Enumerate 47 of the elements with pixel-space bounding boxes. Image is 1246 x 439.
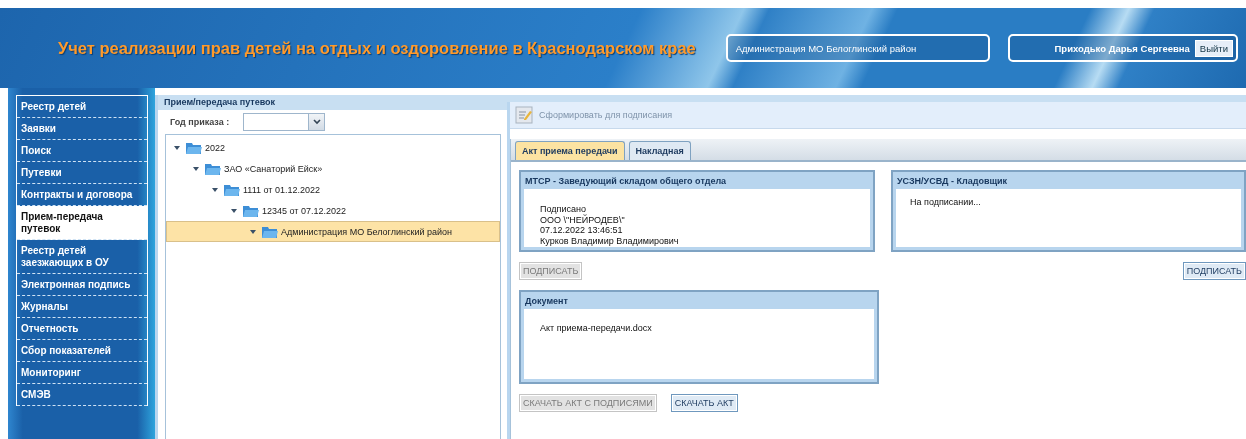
sidebar-item[interactable]: Сбор показателей xyxy=(17,340,147,362)
sidebar-item[interactable]: Поиск xyxy=(17,140,147,162)
sidebar-item[interactable]: Электронная подпись xyxy=(17,274,147,296)
tree-node[interactable]: Администрация МО Белоглинский район xyxy=(166,221,500,242)
year-label: Год приказа : xyxy=(170,117,230,127)
logout-button[interactable]: Выйти xyxy=(1194,39,1233,57)
folder-icon xyxy=(262,225,278,238)
signature-text: На подписании... xyxy=(910,197,982,208)
tab[interactable]: Накладная xyxy=(628,141,691,160)
sidebar-item[interactable]: Путевки xyxy=(17,162,147,184)
folder-icon xyxy=(243,204,259,217)
edit-document-icon xyxy=(515,106,533,124)
panel-heading: МТСР - Заведующий складом общего отдела xyxy=(524,175,728,188)
sidebar-item[interactable]: СМЭВ xyxy=(17,384,147,406)
sidebar-item[interactable]: Заявки xyxy=(17,118,147,140)
sidebar-item[interactable]: Прием-передача путевок xyxy=(17,206,147,240)
folder-icon xyxy=(186,141,202,154)
panel-heading: Документ xyxy=(524,295,569,308)
sidebar-item[interactable]: Реестр детей заезжающих в ОУ xyxy=(17,240,147,274)
app-title: Учет реализации прав детей на отдых и оздоровление в Краснодарском крае xyxy=(58,38,696,58)
tree-node-label: 12345 от 07.12.2022 xyxy=(262,205,346,216)
sidebar-item[interactable]: Журналы xyxy=(17,296,147,318)
tree-node-label: 2022 xyxy=(205,142,226,153)
chevron-down-icon xyxy=(312,119,321,125)
sidebar-item[interactable]: Отчетность xyxy=(17,318,147,340)
panel-heading: УСЗН/УСВД - Кладовщик xyxy=(896,175,1009,188)
signature-text: Курков Владимир Владимирович xyxy=(540,235,680,246)
download-button[interactable]: СКАЧАТЬ АКТ xyxy=(670,394,738,412)
tab[interactable]: Акт приема передачи xyxy=(515,141,625,160)
sign-button[interactable]: ПОДПИСАТЬ xyxy=(1182,262,1246,280)
tree-node[interactable]: ЗАО «Санаторий Ейск» xyxy=(166,158,500,179)
folder-icon xyxy=(224,183,240,196)
folder-icon xyxy=(205,162,221,175)
sidebar-item[interactable]: Реестр детей xyxy=(17,96,147,118)
tree-node-label: ЗАО «Санаторий Ейск» xyxy=(224,163,323,174)
file-name: Акт приема-передачи.docx xyxy=(540,323,653,334)
signature-text: 07.12.2022 13:46:51 xyxy=(540,225,624,236)
user-name: Приходько Дарья Сергеевна xyxy=(1054,42,1190,54)
tree-node[interactable]: 2022 xyxy=(166,137,500,158)
tree-node-label: Администрация МО Белоглинский район xyxy=(281,226,452,237)
signature-text: ООО \"НЕЙРОДЕВ\" xyxy=(540,214,626,225)
tree-node[interactable]: 1111 от 01.12.2022 xyxy=(166,179,500,200)
signature-text: Подписано xyxy=(540,204,587,214)
tree-node-label: 1111 от 01.12.2022 xyxy=(243,184,320,195)
sidebar-item[interactable]: Мониторинг xyxy=(17,362,147,384)
organization-name: Администрация МО Белоглинский район xyxy=(735,42,917,54)
tree-node[interactable]: 12345 от 07.12.2022 xyxy=(166,200,500,221)
